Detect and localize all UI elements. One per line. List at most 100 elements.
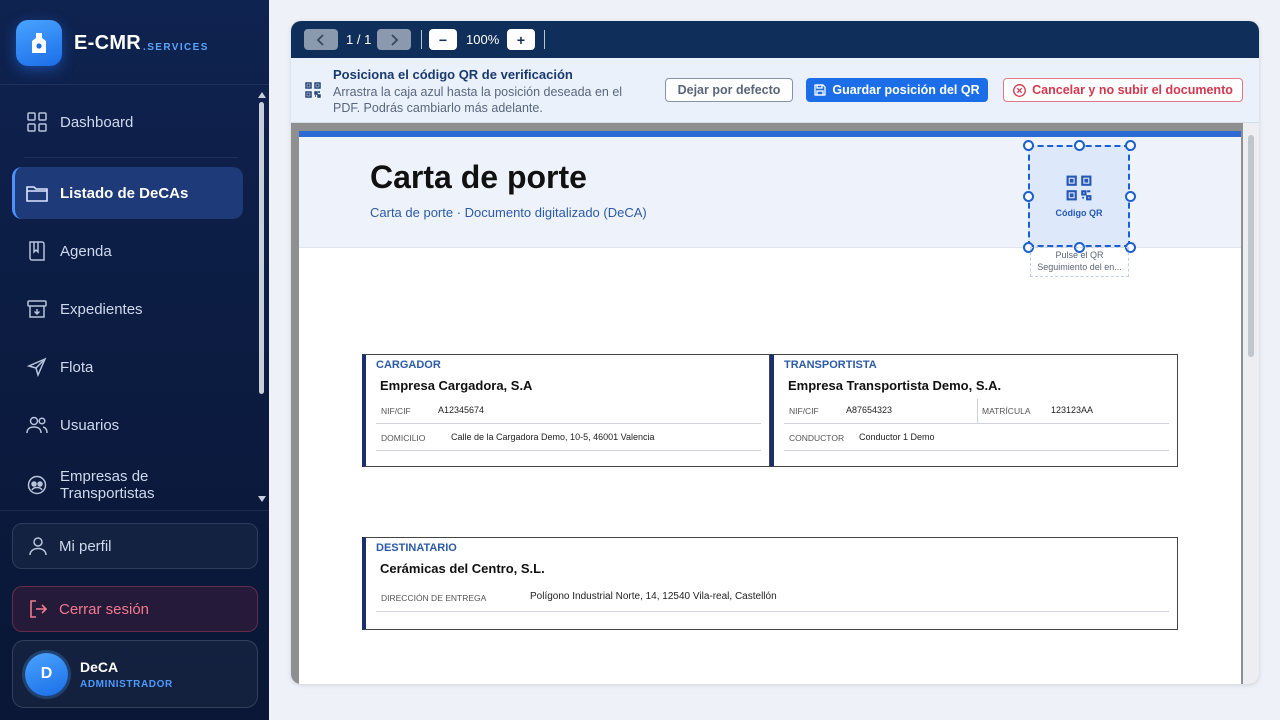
sidebar-item-label: Agenda [60, 242, 112, 260]
sidebar-item-expedientes[interactable]: Expedientes [12, 283, 243, 335]
sidebar-item-dashboard[interactable]: Dashboard [12, 96, 243, 148]
profile-button[interactable]: Mi perfil [12, 523, 258, 569]
sidebar-item-agenda[interactable]: Agenda [12, 225, 243, 277]
conductor-value: Conductor 1 Demo [859, 432, 935, 442]
party-type: CARGADOR [376, 359, 441, 371]
party-type: TRANSPORTISTA [784, 359, 877, 371]
nif-label: NIF/CIF [381, 406, 411, 416]
zoom-in-button[interactable]: + [507, 29, 535, 50]
logout-button[interactable]: Cerrar sesión [12, 586, 258, 632]
cancel-upload-label: Cancelar y no subir el documento [1032, 83, 1233, 97]
sidebar-nav: Dashboard Listado de DeCAs Agenda Expedi… [0, 86, 256, 510]
sidebar-item-empresas-transportistas[interactable]: Empresas de Transportistas [12, 457, 243, 510]
pdf-canvas-area[interactable]: Carta de porte Carta de porte · Document… [291, 123, 1259, 684]
brand-logo-icon [16, 20, 62, 66]
nif-label: NIF/CIF [789, 406, 819, 416]
conductor-row: CONDUCTOR Conductor 1 Demo [784, 424, 1169, 451]
party-type: DESTINATARIO [376, 542, 457, 554]
divider [977, 399, 978, 423]
resize-handle-top-left[interactable] [1023, 140, 1034, 151]
sidebar-item-label: Expedientes [60, 300, 143, 318]
qr-caption-line2: Seguimiento del en... [1037, 262, 1122, 272]
resize-handle-left[interactable] [1023, 191, 1034, 202]
party-name: Empresa Cargadora, S.A [380, 378, 533, 393]
draggable-qr-box[interactable]: Código QR [1028, 145, 1130, 247]
zoom-out-button[interactable]: − [429, 29, 457, 50]
cancel-upload-button[interactable]: Cancelar y no subir el documento [1003, 78, 1243, 102]
nif-row: NIF/CIF A12345674 [376, 399, 761, 424]
chevron-left-icon [316, 33, 324, 46]
companies-icon [26, 474, 48, 496]
sidebar-item-label: Dashboard [60, 113, 134, 131]
conductor-label: CONDUCTOR [789, 433, 845, 443]
qr-bar-title: Posiciona el código QR de verificación [333, 67, 573, 82]
direccion-label: DIRECCIÓN DE ENTREGA [381, 593, 487, 603]
domicilio-value: Calle de la Cargadora Demo, 10-5, 46001 … [451, 432, 655, 442]
sidebar-item-label: Listado de DeCAs [60, 184, 189, 202]
pdf-toolbar: 1 / 1 − 100% + [291, 21, 1259, 58]
document-subtitle: Carta de porte · Documento digitalizado … [370, 205, 647, 220]
brand[interactable]: E-CMR .SERVICES [16, 20, 209, 66]
prev-page-button[interactable] [304, 29, 338, 50]
resize-handle-right[interactable] [1125, 191, 1136, 202]
save-qr-position-button[interactable]: Guardar posición del QR [806, 78, 988, 102]
party-name: Empresa Transportista Demo, S.A. [788, 378, 1002, 393]
party-name: Cerámicas del Centro, S.L. [380, 561, 545, 576]
qr-bar-description: Arrastra la caja azul hasta la posición … [333, 85, 623, 115]
grid-icon [26, 111, 48, 133]
scroll-thumb[interactable] [1248, 135, 1254, 357]
zoom-level: 100% [466, 32, 500, 47]
qr-box-label: Código QR [1055, 208, 1103, 218]
next-page-button[interactable] [377, 29, 411, 50]
send-icon [26, 356, 48, 378]
save-qr-position-label: Guardar posición del QR [832, 83, 980, 97]
nif-row: NIF/CIF A87654323 MATRÍCULA 123123AA [784, 399, 1169, 424]
sidebar-item-flota[interactable]: Flota [12, 341, 243, 393]
divider [421, 30, 422, 49]
sidebar-item-label: Usuarios [60, 416, 120, 434]
sidebar-item-label: Empresas de Transportistas [60, 468, 155, 502]
sidebar: E-CMR .SERVICES Dashboard Listado de DeC… [0, 0, 269, 720]
close-circle-icon [1013, 83, 1027, 97]
pdf-scrollbar[interactable] [1243, 123, 1259, 684]
brand-name: E-CMR [74, 31, 142, 54]
archive-icon [26, 298, 48, 320]
logout-label: Cerrar sesión [59, 600, 150, 618]
resize-handle-top[interactable] [1074, 140, 1085, 151]
direccion-value: Polígono Industrial Norte, 14, 12540 Vil… [530, 591, 777, 602]
user-card[interactable]: D DeCA ADMINISTRADOR [12, 640, 258, 708]
document-title: Carta de porte [370, 159, 587, 195]
users-icon [26, 414, 48, 436]
default-position-button[interactable]: Dejar por defecto [665, 78, 793, 102]
user-icon [27, 535, 49, 557]
transportista-box: TRANSPORTISTA Empresa Transportista Demo… [770, 354, 1178, 467]
divider [0, 510, 269, 511]
pdf-page: Carta de porte Carta de porte · Document… [299, 131, 1241, 684]
sidebar-item-usuarios[interactable]: Usuarios [12, 399, 243, 451]
matricula-label: MATRÍCULA [982, 406, 1031, 416]
sidebar-item-label: Flota [60, 358, 94, 376]
qr-caption-line1: Pulse el QR [1055, 250, 1104, 260]
scroll-down-arrow-icon[interactable] [258, 496, 266, 502]
nif-value: A87654323 [846, 405, 893, 415]
profile-label: Mi perfil [59, 537, 112, 555]
scroll-thumb[interactable] [259, 102, 264, 394]
domicilio-label: DOMICILIO [381, 433, 426, 443]
page-indicator: 1 / 1 [346, 32, 372, 47]
user-name: DeCA [80, 658, 119, 675]
divider [544, 30, 545, 49]
sidebar-item-listado-decas[interactable]: Listado de DeCAs [12, 167, 243, 219]
qr-code-icon [1066, 175, 1092, 201]
divider [0, 84, 269, 85]
chevron-right-icon [391, 33, 399, 46]
brand-suffix: .SERVICES [143, 41, 209, 53]
avatar: D [25, 652, 68, 696]
user-role: ADMINISTRADOR [80, 678, 173, 690]
scroll-up-arrow-icon[interactable] [258, 92, 266, 98]
resize-handle-top-right[interactable] [1125, 140, 1136, 151]
direccion-row: DIRECCIÓN DE ENTREGA Polígono Industrial… [376, 584, 1169, 612]
destinatario-box: DESTINATARIO Cerámicas del Centro, S.L. … [362, 537, 1178, 630]
sidebar-scrollbar[interactable] [258, 92, 266, 502]
logout-icon [27, 598, 49, 620]
save-icon [814, 84, 827, 96]
